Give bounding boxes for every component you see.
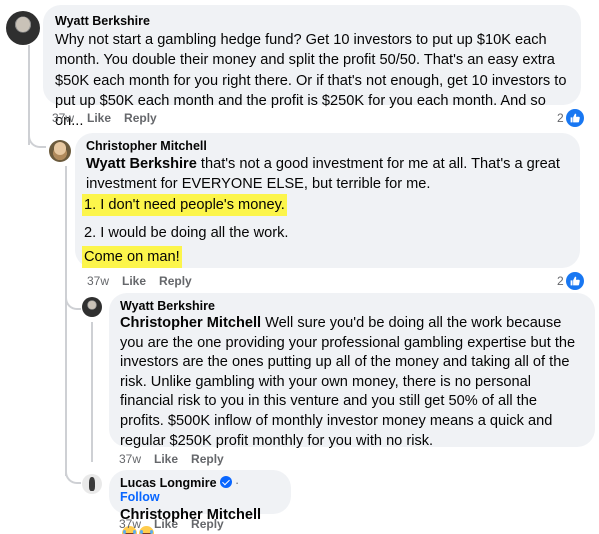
comment-author[interactable]: Wyatt Berkshire xyxy=(55,14,569,28)
comment-author-line: Lucas Longmire · Follow xyxy=(120,476,280,504)
comment-text: Wyatt Berkshire that's not a good invest… xyxy=(86,154,571,195)
reply-button[interactable]: Reply xyxy=(191,452,224,466)
comment-timestamp[interactable]: 37w xyxy=(52,111,74,125)
separator: · xyxy=(231,476,240,490)
thread-line xyxy=(91,322,93,462)
reaction-summary[interactable]: 2 xyxy=(557,272,584,290)
comment-bubble: Lucas Longmire · Follow Christopher Mitc… xyxy=(109,470,291,534)
follow-button[interactable]: Follow xyxy=(120,490,160,504)
comment-bubble: Christopher Mitchell Wyatt Berkshire tha… xyxy=(75,133,580,268)
like-button[interactable]: Like xyxy=(122,274,146,288)
avatar[interactable] xyxy=(49,140,71,162)
comment-actions: 37w Like Reply xyxy=(119,452,224,466)
comment-timestamp[interactable]: 37w xyxy=(87,274,109,288)
comment-bubble: Wyatt Berkshire Why not start a gambling… xyxy=(43,5,581,129)
reply-button[interactable]: Reply xyxy=(124,111,157,125)
thread-connector xyxy=(65,462,81,484)
reply-button[interactable]: Reply xyxy=(191,517,224,531)
thread-line xyxy=(65,166,67,476)
comment-bubble: Wyatt Berkshire Christopher Mitchell Wel… xyxy=(109,293,595,449)
thumbs-up-icon xyxy=(565,109,584,127)
like-button[interactable]: Like xyxy=(154,452,178,466)
reaction-summary[interactable]: 2 xyxy=(557,109,584,127)
comment-actions: 37w Like Reply xyxy=(52,111,157,125)
like-button[interactable]: Like xyxy=(87,111,111,125)
comment-author[interactable]: Lucas Longmire xyxy=(120,476,217,490)
thread-connector xyxy=(28,120,46,148)
highlighted-text: Come on man! xyxy=(82,246,182,268)
thread-connector xyxy=(65,286,81,310)
comment-body: Well sure you'd be doing all the work be… xyxy=(120,315,576,449)
comment-timestamp[interactable]: 37w xyxy=(119,517,141,531)
comment-point-1: 1. I don't need people's money. xyxy=(82,194,287,216)
like-button[interactable]: Like xyxy=(154,517,178,531)
comment-timestamp[interactable]: 37w xyxy=(119,452,141,466)
highlighted-text: 1. I don't need people's money. xyxy=(82,194,287,216)
comment-point-2: 2. I would be doing all the work. xyxy=(84,225,289,241)
avatar[interactable] xyxy=(82,297,102,317)
mention-link[interactable]: Wyatt Berkshire xyxy=(86,156,197,172)
avatar[interactable] xyxy=(82,474,102,494)
avatar[interactable] xyxy=(6,11,40,45)
comment-text: Christopher Mitchell Well sure you'd be … xyxy=(120,314,584,451)
comment-actions: 37w Like Reply xyxy=(119,517,224,531)
comment-author[interactable]: Christopher Mitchell xyxy=(86,139,207,153)
thumbs-up-icon xyxy=(565,272,584,290)
comment-author[interactable]: Wyatt Berkshire xyxy=(120,299,584,313)
reaction-count: 2 xyxy=(557,274,564,288)
comment-closing: Come on man! xyxy=(82,246,182,268)
verified-badge-icon xyxy=(219,476,232,488)
mention-link[interactable]: Christopher Mitchell xyxy=(120,315,261,331)
reply-button[interactable]: Reply xyxy=(159,274,192,288)
comment-actions: 37w Like Reply xyxy=(87,274,192,288)
reaction-count: 2 xyxy=(557,111,564,125)
